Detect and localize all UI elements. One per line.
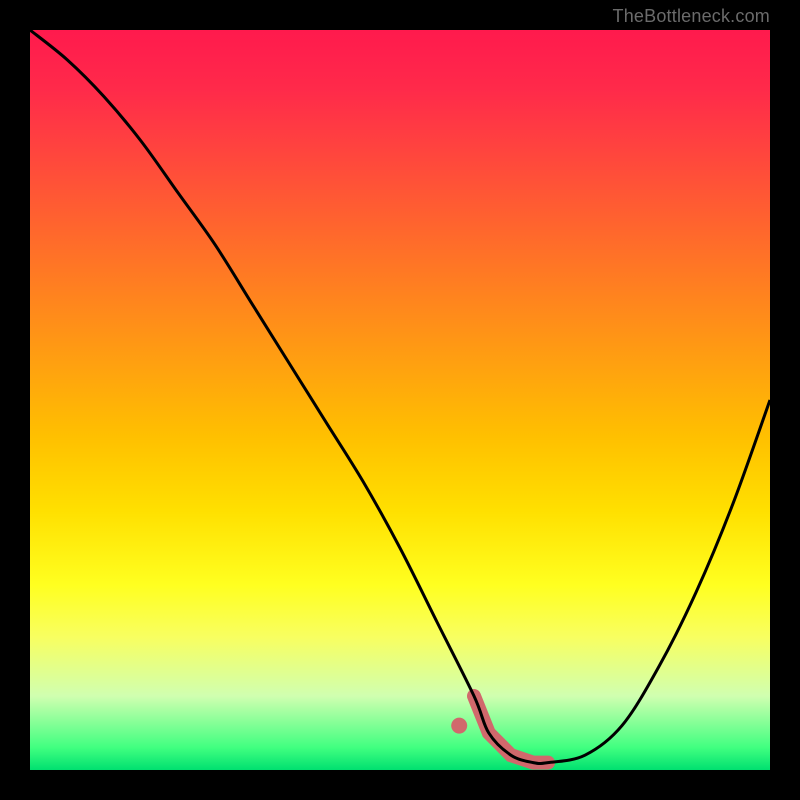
highlight-band <box>451 696 548 763</box>
highlight-start-dot <box>451 718 467 734</box>
watermark-text: TheBottleneck.com <box>613 6 770 27</box>
chart-svg <box>30 30 770 770</box>
chart-plot-area <box>30 30 770 770</box>
bottleneck-curve-line <box>30 30 770 764</box>
highlight-line <box>474 696 548 763</box>
